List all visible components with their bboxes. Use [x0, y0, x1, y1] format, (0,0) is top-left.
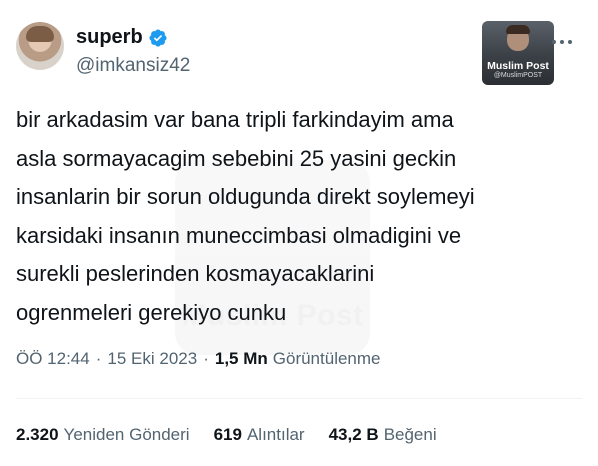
tweet-line: bir arkadasim var bana tripli farkindayi…: [16, 107, 454, 132]
quotes-count: 619: [213, 425, 242, 444]
muslim-post-badge: Muslim Post @MuslimPOST: [482, 21, 554, 85]
likes-count: 43,2 B: [328, 425, 379, 444]
meta-separator: ·: [203, 349, 209, 368]
likes-stat[interactable]: 43,2 B Beğeni: [329, 425, 437, 445]
tweet-meta: ÖÖ 12:44 · 15 Eki 2023 · 1,5 Mn Görüntül…: [16, 349, 381, 369]
views-count: 1,5 Mn: [214, 349, 268, 368]
engagement-stats: 2.320 Yeniden Gönderi 619 Alıntılar 43,2…: [16, 425, 461, 445]
quotes-label: Alıntılar: [246, 425, 305, 444]
reposts-stat[interactable]: 2.320 Yeniden Gönderi: [16, 425, 190, 445]
tweet-line: surekli peslerinden kosmayacaklarini: [16, 261, 375, 286]
tweet-line: ogrenmeleri gerekiyo cunku: [16, 299, 287, 325]
author-display-name[interactable]: superb: [76, 26, 143, 49]
author-handle[interactable]: @imkansiz42: [76, 55, 190, 77]
views-label: Görüntülenme: [272, 349, 381, 368]
quotes-stat[interactable]: 619 Alıntılar: [214, 425, 305, 445]
reposts-count: 2.320: [16, 425, 59, 444]
badge-subtitle: @MuslimPOST: [493, 72, 543, 79]
avatar[interactable]: [16, 22, 64, 70]
verified-badge-icon: [149, 28, 167, 47]
tweet-header: superb @imkansiz42 Muslim Post @MuslimPO…: [16, 18, 582, 88]
tweet-line: asla sormayacagim sebebini 25 yasini gec…: [16, 145, 457, 171]
tweet-text: bir arkadasim var bana tripli farkindayi…: [16, 101, 556, 332]
badge-face-image: [506, 25, 530, 51]
divider: [16, 398, 582, 399]
more-options-icon[interactable]: [550, 31, 582, 51]
avatar-hair: [26, 26, 54, 42]
tweet-date[interactable]: 15 Eki 2023: [107, 349, 197, 369]
likes-label: Beğeni: [383, 425, 437, 444]
tweet-time[interactable]: ÖÖ 12:44: [16, 349, 90, 369]
badge-title: Muslim Post: [487, 60, 549, 72]
tweet-line: insanlarin bir sorun oldugunda direkt so…: [16, 184, 475, 209]
author-name-row: superb: [76, 26, 168, 49]
reposts-label: Yeniden Gönderi: [63, 425, 190, 444]
meta-separator: ·: [95, 349, 102, 368]
tweet-line: karsidaki insanın muneccimbasi olmadigin…: [16, 222, 462, 248]
